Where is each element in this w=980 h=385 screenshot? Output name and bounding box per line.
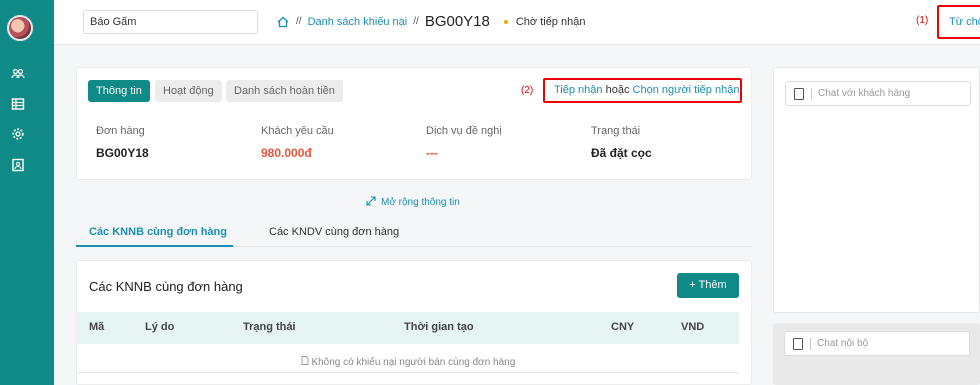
- add-button[interactable]: + Thêm: [677, 273, 739, 298]
- proposed-service-label: Dịch vụ đề nghị: [426, 125, 502, 137]
- accept-actions: Tiếp nhận hoặc Chọn người tiếp nhận: [543, 78, 742, 103]
- status-dot: [503, 19, 508, 24]
- list-icon[interactable]: [11, 97, 25, 111]
- order-value: BG00Y18: [96, 146, 149, 160]
- expand-icon: [366, 196, 376, 209]
- tab-seller-complaints[interactable]: Các KNNB cùng đơn hàng: [89, 226, 227, 238]
- column-header: CNY: [611, 321, 635, 333]
- info-card: Thông tin Hoạt động Danh sách hoàn tiền …: [76, 67, 752, 180]
- order-label: Đơn hàng: [96, 125, 145, 137]
- reject-button[interactable]: Từ chối: [937, 5, 980, 39]
- tab-refund-list[interactable]: Danh sách hoàn tiền: [226, 80, 343, 102]
- sidebar: [0, 0, 54, 385]
- complaints-card: Các KNNB cùng đơn hàng + Thêm Mã Lý do T…: [76, 260, 752, 385]
- accept-link[interactable]: Tiếp nhận: [554, 84, 603, 96]
- complaints-card-title: Các KNNB cùng đơn hàng: [89, 279, 243, 294]
- complaint-code: BG00Y18: [424, 13, 490, 30]
- accept-or-text: hoặc: [605, 84, 630, 96]
- document-icon[interactable]: [794, 88, 804, 100]
- order-status-value: Đã đặt cọc: [591, 146, 652, 160]
- report-icon[interactable]: [11, 158, 25, 172]
- top-bar: Báo Gấm // Danh sách khiếu nại // BG00Y1…: [54, 0, 980, 45]
- avatar[interactable]: [7, 15, 33, 41]
- annotation-1: (1): [916, 15, 929, 26]
- tab-info[interactable]: Thông tin: [88, 80, 150, 102]
- breadcrumb-separator: //: [296, 16, 302, 27]
- empty-state-text: Không có khiếu nại người bán cùng đơn hà…: [311, 357, 516, 368]
- active-tab-indicator: [76, 245, 233, 247]
- internal-chat-input[interactable]: Chat nội bộ: [784, 331, 970, 356]
- settings-icon[interactable]: [11, 127, 25, 141]
- expand-info-label: Mở rộng thông tin: [381, 197, 460, 208]
- column-header: Lý do: [145, 321, 175, 333]
- breadcrumb-separator: //: [413, 16, 419, 27]
- complaint-list-link[interactable]: Danh sách khiếu nại: [308, 16, 408, 28]
- input-divider: [811, 88, 812, 100]
- breadcrumb: // Danh sách khiếu nại // BG00Y18 Chờ ti…: [276, 13, 585, 30]
- user-group-icon[interactable]: [11, 67, 25, 81]
- empty-file-icon: [301, 356, 312, 368]
- column-header: Thời gian tạo: [404, 321, 474, 333]
- customer-chat-placeholder: Chat với khách hàng: [818, 88, 911, 99]
- tab-service-complaints[interactable]: Các KNDV cùng đơn hàng: [269, 226, 399, 238]
- internal-chat-placeholder: Chat nội bộ: [817, 338, 869, 349]
- customer-request-value: 980.000đ: [261, 146, 312, 160]
- store-select[interactable]: Báo Gấm: [83, 10, 258, 34]
- status-text: Chờ tiếp nhận: [515, 15, 586, 28]
- column-header: VND: [681, 321, 705, 333]
- order-status-label: Trạng thái: [591, 125, 641, 137]
- table-divider: [77, 372, 739, 373]
- customer-chat-panel: Chat với khách hàng: [773, 67, 980, 313]
- table-header: Mã Lý do Trạng thái Thời gian tạo CNY VN…: [77, 312, 739, 344]
- internal-chat-panel: Chat nội bộ: [773, 323, 980, 385]
- customer-chat-input[interactable]: Chat với khách hàng: [785, 81, 971, 106]
- tab-activity[interactable]: Hoạt động: [155, 80, 222, 102]
- annotation-2: (2): [521, 85, 534, 96]
- choose-assignee-link[interactable]: Chọn người tiếp nhận: [633, 84, 740, 96]
- empty-state: Không có khiếu nại người bán cùng đơn hà…: [77, 356, 739, 368]
- expand-info-link[interactable]: Mở rộng thông tin: [366, 196, 460, 209]
- column-header: Mã: [89, 321, 105, 333]
- column-header: Trạng thái: [243, 321, 296, 333]
- home-icon[interactable]: [276, 15, 290, 29]
- proposed-service-value: ---: [426, 146, 438, 160]
- input-divider: [810, 338, 811, 350]
- customer-request-label: Khách yêu cầu: [261, 125, 334, 137]
- document-icon[interactable]: [793, 338, 803, 350]
